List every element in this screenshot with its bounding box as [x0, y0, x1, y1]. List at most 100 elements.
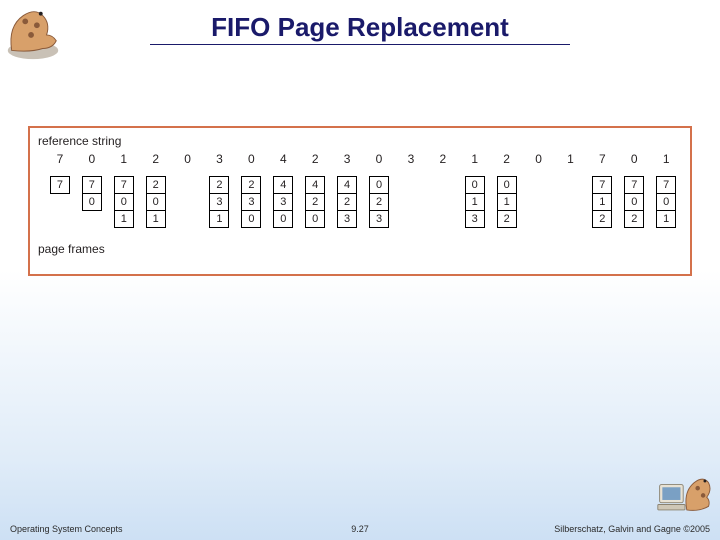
frame-box: 023	[369, 176, 389, 228]
frame-column: 013	[459, 176, 491, 228]
frame-cell: 3	[242, 194, 260, 211]
frame-cell: 7	[657, 177, 675, 194]
reference-cell: 2	[140, 152, 172, 166]
reference-cell: 0	[618, 152, 650, 166]
frame-cell: 2	[306, 194, 324, 211]
page-frames-label: page frames	[38, 242, 682, 256]
frame-box: 430	[273, 176, 293, 228]
frame-box: 231	[209, 176, 229, 228]
frame-cell: 1	[147, 211, 165, 228]
frame-cell: 0	[657, 194, 675, 211]
frame-cell: 7	[593, 177, 611, 194]
frame-cell: 4	[306, 177, 324, 194]
reference-cell: 7	[586, 152, 618, 166]
frame-cell: 7	[51, 177, 69, 194]
reference-cell: 2	[299, 152, 331, 166]
frame-cell: 0	[242, 211, 260, 228]
frame-box: 70	[82, 176, 102, 211]
reference-cell: 1	[108, 152, 140, 166]
reference-string-label: reference string	[38, 134, 682, 148]
frame-cell: 0	[274, 211, 292, 228]
reference-cell: 4	[267, 152, 299, 166]
frame-column: 230	[235, 176, 267, 228]
frame-column: 430	[267, 176, 299, 228]
reference-cell: 3	[204, 152, 236, 166]
reference-cell: 1	[459, 152, 491, 166]
frame-column: 012	[491, 176, 523, 228]
footer-left: Operating System Concepts	[10, 524, 123, 534]
frame-cell: 0	[498, 177, 516, 194]
frame-cell: 1	[498, 194, 516, 211]
frame-cell: 2	[338, 194, 356, 211]
frame-box: 012	[497, 176, 517, 228]
reference-cell: 0	[172, 152, 204, 166]
frame-cell: 4	[338, 177, 356, 194]
reference-cell: 2	[491, 152, 523, 166]
frame-cell: 2	[498, 211, 516, 228]
frame-column: 701	[108, 176, 140, 228]
frame-cell: 3	[466, 211, 484, 228]
footer-page-number: 9.27	[351, 524, 369, 534]
frame-cell: 2	[370, 194, 388, 211]
frame-cell: 1	[210, 211, 228, 228]
page-frames-row: 7707012012312304304204230230130127127027…	[38, 176, 682, 236]
frame-cell: 2	[593, 211, 611, 228]
frame-column: 231	[204, 176, 236, 228]
frame-column: 702	[618, 176, 650, 228]
frame-cell: 3	[210, 194, 228, 211]
frame-cell: 2	[147, 177, 165, 194]
frame-box: 423	[337, 176, 357, 228]
frame-box: 712	[592, 176, 612, 228]
reference-cell: 1	[555, 152, 587, 166]
reference-cell: 0	[76, 152, 108, 166]
frame-column: 70	[76, 176, 108, 211]
frame-column: 420	[299, 176, 331, 228]
frame-cell: 3	[338, 211, 356, 228]
frame-cell: 2	[210, 177, 228, 194]
frame-cell: 7	[115, 177, 133, 194]
frame-column: 7	[44, 176, 76, 194]
frame-box: 701	[656, 176, 676, 228]
frame-cell: 0	[115, 194, 133, 211]
frame-cell: 1	[466, 194, 484, 211]
frame-column: 712	[586, 176, 618, 228]
frame-cell: 1	[115, 211, 133, 228]
reference-string-row: 70120304230321201701	[38, 152, 682, 166]
frame-box: 230	[241, 176, 261, 228]
frame-column: 201	[140, 176, 172, 228]
frame-cell: 1	[657, 211, 675, 228]
reference-cell: 0	[363, 152, 395, 166]
frame-box: 420	[305, 176, 325, 228]
dinosaur-mascot-bottom-right-icon	[656, 464, 714, 516]
frame-cell: 1	[593, 194, 611, 211]
reference-cell: 3	[395, 152, 427, 166]
frame-box: 701	[114, 176, 134, 228]
slide-footer: Operating System Concepts 9.27 Silbersch…	[0, 524, 720, 534]
frame-column: 423	[331, 176, 363, 228]
frame-cell: 3	[370, 211, 388, 228]
frame-cell: 4	[274, 177, 292, 194]
frame-box: 013	[465, 176, 485, 228]
reference-cell: 0	[523, 152, 555, 166]
frame-cell: 7	[625, 177, 643, 194]
frame-column: 701	[650, 176, 682, 228]
frame-cell: 0	[370, 177, 388, 194]
title-underline	[150, 44, 570, 45]
reference-cell: 3	[331, 152, 363, 166]
footer-right: Silberschatz, Galvin and Gagne ©2005	[554, 524, 710, 534]
frame-cell: 0	[83, 194, 101, 211]
frame-box: 7	[50, 176, 70, 194]
frame-cell: 0	[306, 211, 324, 228]
reference-cell: 2	[427, 152, 459, 166]
frame-cell: 2	[625, 211, 643, 228]
reference-cell: 0	[235, 152, 267, 166]
reference-cell: 7	[44, 152, 76, 166]
frame-column: 023	[363, 176, 395, 228]
frame-box: 702	[624, 176, 644, 228]
frame-cell: 7	[83, 177, 101, 194]
frame-cell: 0	[147, 194, 165, 211]
frame-cell: 0	[466, 177, 484, 194]
reference-cell: 1	[650, 152, 682, 166]
fifo-figure: reference string 70120304230321201701 77…	[28, 126, 692, 276]
frame-cell: 2	[242, 177, 260, 194]
